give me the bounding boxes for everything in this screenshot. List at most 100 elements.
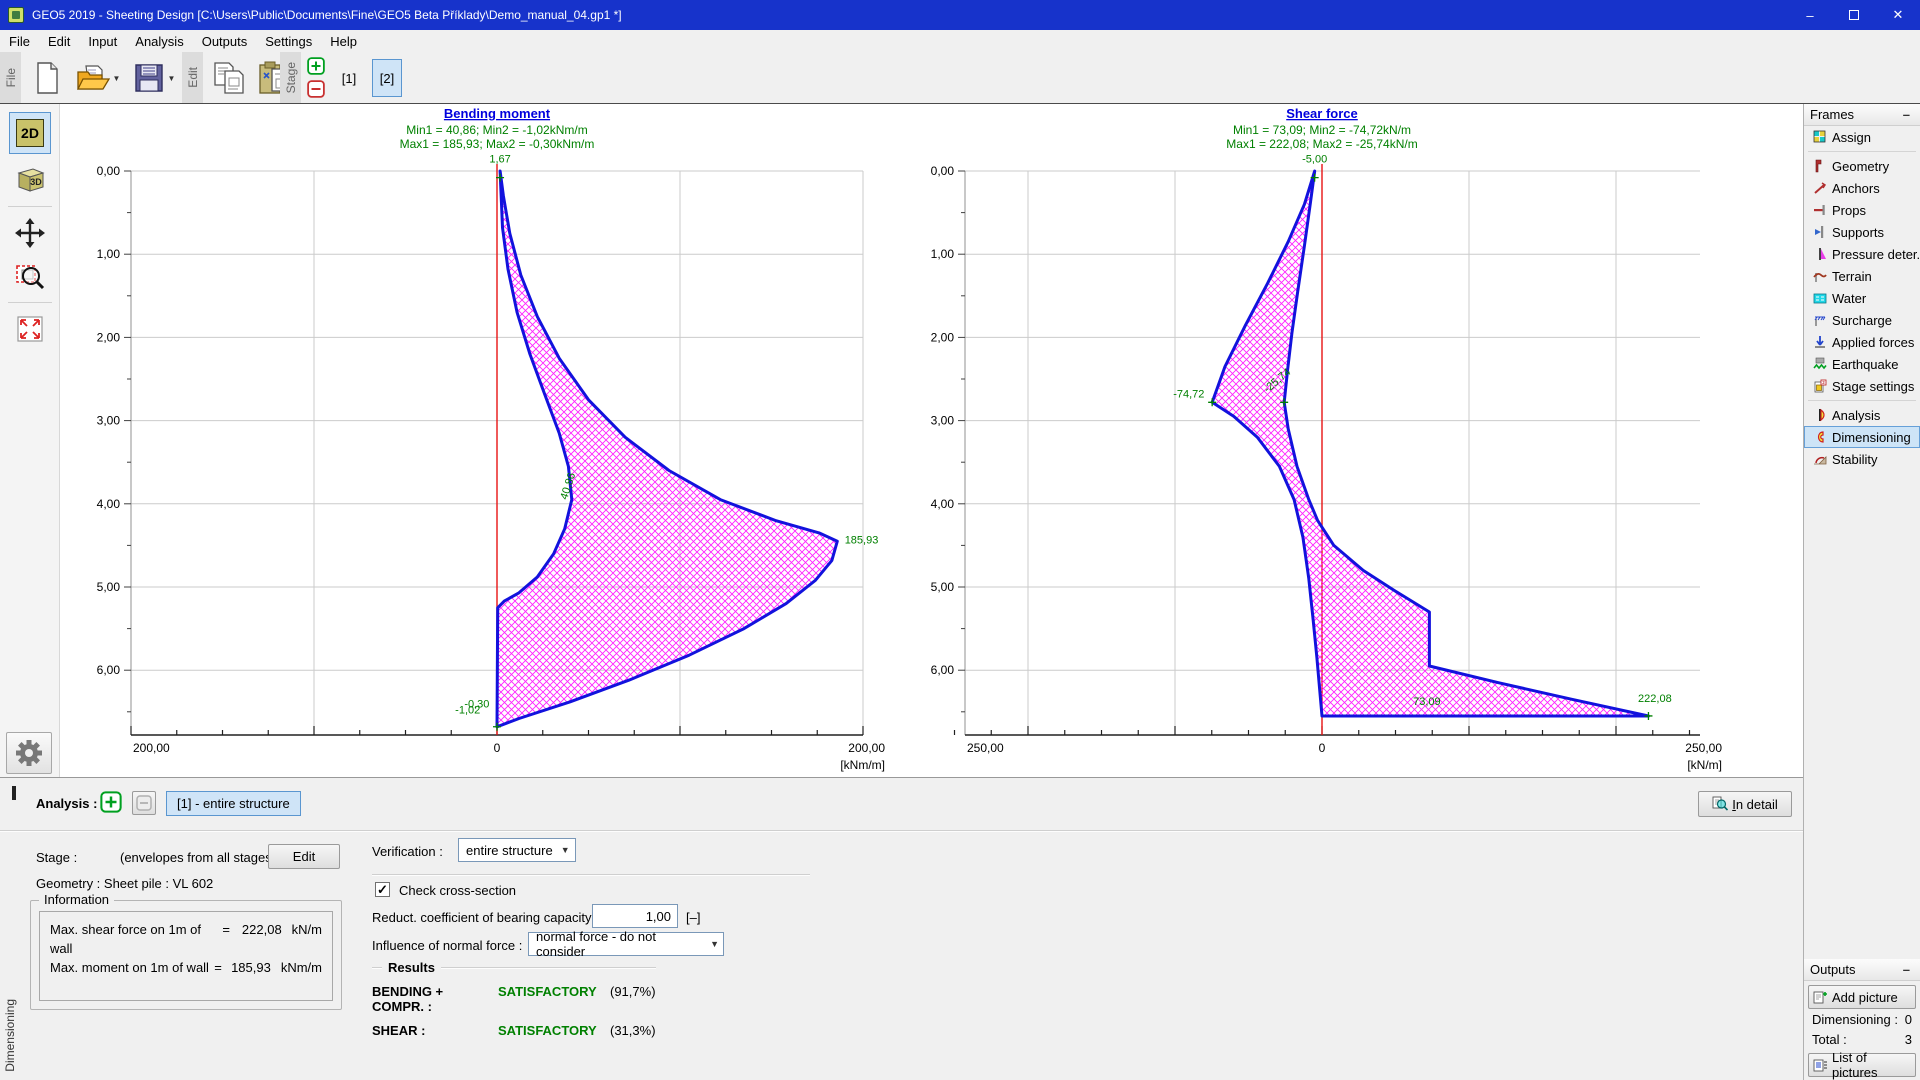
stage-button-2[interactable]: [2] bbox=[372, 59, 402, 97]
remove-analysis-button[interactable] bbox=[132, 791, 156, 815]
svg-text:250,00: 250,00 bbox=[967, 741, 1004, 755]
svg-text:2,00: 2,00 bbox=[97, 330, 121, 344]
drawing-canvas[interactable]: 0,001,002,003,004,005,006,00200,000200,0… bbox=[60, 104, 1803, 777]
applied-forces-icon bbox=[1813, 335, 1827, 349]
frames-item-supports[interactable]: Supports bbox=[1804, 221, 1920, 243]
influence-select[interactable]: normal force - do not consider ▼ bbox=[528, 932, 724, 956]
remove-stage-button[interactable] bbox=[306, 79, 326, 99]
maximize-button[interactable] bbox=[1832, 0, 1876, 30]
chevron-down-icon: ▼ bbox=[710, 939, 719, 949]
results-fieldset: Results BENDING + COMPR. :SATISFACTORY(9… bbox=[372, 960, 656, 1038]
svg-text:-5,00: -5,00 bbox=[1302, 154, 1327, 166]
save-dropdown-arrow[interactable]: ▼ bbox=[168, 74, 176, 83]
frames-item-water[interactable]: Water bbox=[1804, 287, 1920, 309]
frames-item-stage-settings[interactable]: 2Stage settings bbox=[1804, 375, 1920, 397]
window-title: GEO5 2019 - Sheeting Design [C:\Users\Pu… bbox=[32, 8, 1788, 22]
stage-button-1[interactable]: [1] bbox=[334, 59, 364, 97]
frames-item-earthquake[interactable]: Earthquake bbox=[1804, 353, 1920, 375]
reduct-coefficient-label: Reduct. coefficient of bearing capacity … bbox=[372, 910, 599, 925]
check-cross-section-checkbox[interactable]: ✓ bbox=[375, 882, 390, 897]
analysis-label: Analysis : bbox=[36, 796, 97, 811]
pan-button[interactable] bbox=[9, 212, 51, 254]
frames-item-applied-forces[interactable]: Applied forces bbox=[1804, 331, 1920, 353]
view-3d-button[interactable]: 3D bbox=[9, 158, 51, 200]
verification-select[interactable]: entire structure ▼ bbox=[458, 838, 576, 862]
svg-text:0: 0 bbox=[494, 741, 501, 755]
list-of-pictures-button[interactable]: List of pictures bbox=[1808, 1053, 1916, 1077]
shear-force-chart: 0,001,002,003,004,005,006,00250,000250,0… bbox=[931, 106, 1723, 772]
edit-stage-button[interactable]: Edit bbox=[268, 844, 340, 869]
minimize-button[interactable]: – bbox=[1788, 0, 1832, 30]
menu-item-analysis[interactable]: Analysis bbox=[126, 32, 192, 51]
frames-item-anchors[interactable]: Anchors bbox=[1804, 177, 1920, 199]
results-legend: Results bbox=[388, 960, 435, 975]
bending-moment-chart: 0,001,002,003,004,005,006,00200,000200,0… bbox=[97, 106, 886, 772]
edit-group-label: Edit bbox=[186, 67, 200, 88]
influence-label: Influence of normal force : bbox=[372, 938, 522, 953]
svg-text:1,00: 1,00 bbox=[931, 247, 955, 261]
new-file-button[interactable] bbox=[28, 57, 66, 99]
add-stage-button[interactable] bbox=[306, 56, 326, 76]
copy-button[interactable] bbox=[208, 57, 252, 99]
menu-item-file[interactable]: File bbox=[0, 32, 39, 51]
outputs-panel-header: Outputs – bbox=[1804, 959, 1920, 981]
surcharge-icon bbox=[1813, 313, 1827, 327]
frames-item-surcharge[interactable]: Surcharge bbox=[1804, 309, 1920, 331]
stage-label: Stage : bbox=[36, 850, 77, 865]
menu-item-outputs[interactable]: Outputs bbox=[193, 32, 257, 51]
frames-item-props[interactable]: Props bbox=[1804, 199, 1920, 221]
view-2d-button[interactable]: 2D bbox=[9, 112, 51, 154]
frames-item-dimensioning[interactable]: Dimensioning bbox=[1804, 426, 1920, 448]
frames-item-terrain[interactable]: Terrain bbox=[1804, 265, 1920, 287]
view-toolbar: 2D 3D bbox=[0, 104, 60, 777]
frames-minimize-button[interactable]: – bbox=[1899, 107, 1914, 122]
zoom-fit-button[interactable] bbox=[9, 308, 51, 350]
information-legend: Information bbox=[39, 892, 114, 907]
in-detail-button[interactable]: In detail bbox=[1698, 791, 1792, 817]
menu-item-edit[interactable]: Edit bbox=[39, 32, 79, 51]
add-picture-button[interactable]: Add picture bbox=[1808, 985, 1916, 1009]
menu-item-input[interactable]: Input bbox=[79, 32, 126, 51]
frames-item-analysis[interactable]: Analysis bbox=[1804, 404, 1920, 426]
save-file-button[interactable]: ▼ bbox=[128, 57, 180, 99]
analysis-tab[interactable]: [1] - entire structure bbox=[166, 791, 301, 816]
zoom-window-button[interactable] bbox=[9, 256, 51, 298]
frames-item-assign[interactable]: Assign bbox=[1804, 126, 1920, 148]
influence-value: normal force - do not consider bbox=[536, 929, 702, 959]
verification-label: Verification : bbox=[372, 844, 443, 859]
frames-item-stability[interactable]: Stability bbox=[1804, 448, 1920, 470]
earthquake-icon bbox=[1813, 357, 1827, 371]
verification-value: entire structure bbox=[466, 843, 553, 858]
frames-item-geometry[interactable]: Geometry bbox=[1804, 155, 1920, 177]
toolbar-separator bbox=[8, 302, 52, 303]
open-file-button[interactable]: ▼ bbox=[72, 57, 124, 99]
svg-text:5,00: 5,00 bbox=[97, 580, 121, 594]
open-folder-icon bbox=[76, 62, 110, 94]
outputs-minimize-button[interactable]: – bbox=[1899, 962, 1914, 977]
reduct-coefficient-input[interactable]: 1,00 bbox=[592, 904, 678, 928]
save-icon bbox=[133, 62, 165, 94]
settings-gear-button[interactable] bbox=[6, 732, 52, 774]
panel-collapse-handle[interactable] bbox=[12, 786, 16, 800]
open-dropdown-arrow[interactable]: ▼ bbox=[113, 74, 121, 83]
menu-item-help[interactable]: Help bbox=[321, 32, 366, 51]
information-row: Max. moment on 1m of wall=185,93kNm/m bbox=[50, 958, 322, 977]
svg-text:200,00: 200,00 bbox=[133, 741, 170, 755]
add-analysis-button[interactable] bbox=[100, 791, 122, 816]
outputs-row: Total :3 bbox=[1804, 1029, 1920, 1049]
frames-panel: Frames – AssignGeometryAnchorsPropsSuppo… bbox=[1803, 104, 1920, 1080]
move-arrows-icon bbox=[14, 217, 46, 249]
outputs-row: Dimensioning :0 bbox=[1804, 1009, 1920, 1029]
zoom-selection-icon bbox=[14, 261, 46, 293]
terrain-icon bbox=[1813, 269, 1827, 283]
close-button[interactable]: ✕ bbox=[1876, 0, 1920, 30]
file-group-label: File bbox=[4, 68, 18, 87]
frames-item-pressure-deter[interactable]: Pressure deter. bbox=[1804, 243, 1920, 265]
frames-list: Assign GeometryAnchorsPropsSupportsPressu… bbox=[1804, 126, 1920, 470]
information-box: Max. shear force on 1m of wall=222,08kN/… bbox=[39, 911, 333, 1001]
menu-item-settings[interactable]: Settings bbox=[256, 32, 321, 51]
fit-view-icon bbox=[14, 313, 46, 345]
app-icon bbox=[8, 7, 24, 23]
svg-text:3,00: 3,00 bbox=[97, 414, 121, 428]
3d-cube-icon: 3D bbox=[13, 163, 47, 195]
